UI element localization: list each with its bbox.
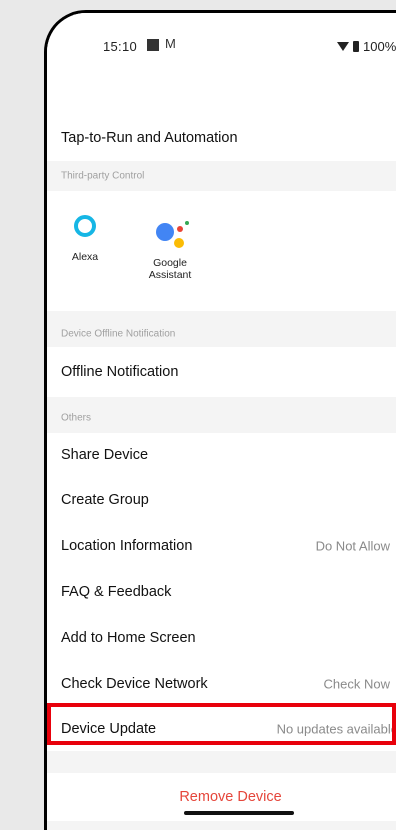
offline-notification-label: Offline Notification: [61, 364, 179, 380]
check-device-network-label: Check Device Network: [61, 676, 208, 692]
google-assistant-label: Google Assistant: [148, 257, 192, 281]
add-to-home-screen-label: Add to Home Screen: [61, 630, 196, 646]
section-third-party-title: Third-party Control: [61, 170, 145, 182]
home-indicator[interactable]: [184, 811, 294, 815]
check-device-network-row[interactable]: Check Device Network Check Now: [47, 661, 396, 707]
alexa-item[interactable]: Alexa: [50, 211, 120, 263]
status-time: 15:10: [103, 39, 138, 54]
battery-icon: [353, 41, 359, 52]
section-offline: Device Offline Notification: [47, 321, 396, 347]
location-information-value: Do Not Allow: [315, 538, 390, 554]
remove-device-label: Remove Device: [179, 789, 282, 805]
device-update-label: Device Update: [61, 721, 157, 737]
add-to-home-screen-row[interactable]: Add to Home Screen: [47, 615, 396, 661]
location-information-label: Location Information: [61, 538, 193, 554]
tap-to-run-row[interactable]: Tap-to-Run and Automation: [47, 115, 396, 161]
wifi-icon: [337, 42, 349, 51]
create-group-row[interactable]: Create Group: [47, 477, 396, 523]
google-green-dot: [185, 221, 189, 225]
alexa-icon: [74, 215, 96, 237]
status-bar: 15:10 M 100%: [47, 13, 396, 73]
offline-notification-row: Offline Notification: [47, 347, 396, 397]
device-update-row[interactable]: Device Update No updates available: [47, 707, 396, 751]
section-others-title: Others: [61, 412, 92, 424]
tap-to-run-label: Tap-to-Run and Automation: [61, 130, 238, 146]
mail-icon: M: [165, 36, 176, 51]
section-third-party: Third-party Control: [47, 161, 396, 191]
share-device-label: Share Device: [61, 447, 149, 463]
faq-feedback-label: FAQ & Feedback: [61, 584, 172, 600]
battery-level: 100%: [363, 39, 396, 54]
third-party-control-panel: Alexa Google Assistant: [47, 191, 396, 311]
alexa-label: Alexa: [71, 251, 99, 263]
google-red-dot: [177, 226, 183, 232]
status-icons: 100%: [337, 39, 396, 54]
section-offline-title: Device Offline Notification: [61, 328, 176, 340]
share-device-row[interactable]: Share Device: [47, 433, 396, 477]
google-blue-dot: [156, 223, 174, 241]
device-settings-screen: 15:10 M 100% ‹ Tap-to-Run and Automation…: [47, 13, 396, 830]
google-assistant-icon: [150, 209, 190, 249]
section-others: Others: [47, 403, 396, 433]
notification-square-icon: [147, 39, 159, 51]
check-device-network-value: Check Now: [323, 676, 390, 692]
create-group-label: Create Group: [61, 492, 149, 508]
header-bar: ‹: [47, 73, 396, 161]
device-update-value: No updates available: [276, 721, 396, 737]
phone-frame: 15:10 M 100% ‹ Tap-to-Run and Automation…: [44, 10, 396, 830]
google-assistant-item[interactable]: Google Assistant: [135, 209, 205, 281]
faq-feedback-row[interactable]: FAQ & Feedback: [47, 569, 396, 615]
location-information-row[interactable]: Location Information Do Not Allow: [47, 523, 396, 569]
google-yellow-dot: [174, 238, 184, 248]
